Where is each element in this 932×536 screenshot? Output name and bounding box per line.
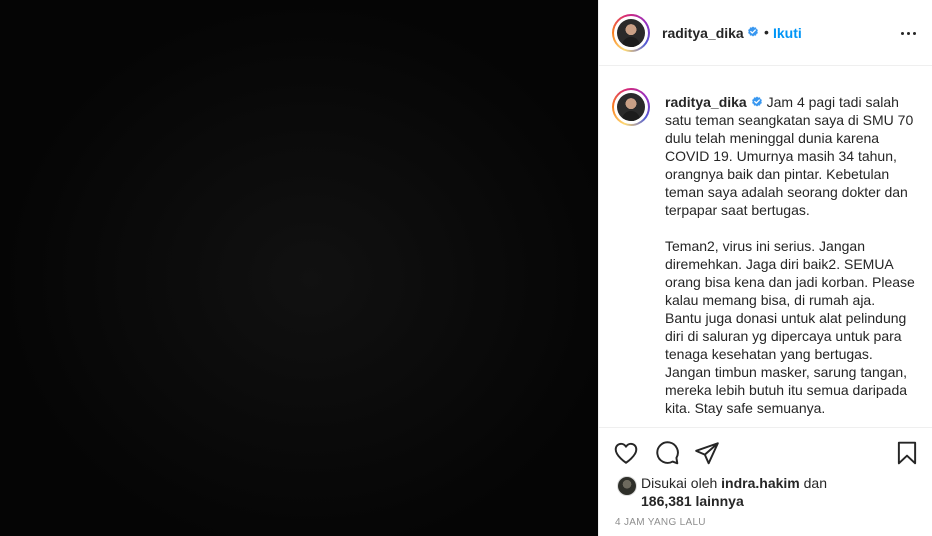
author-avatar[interactable]	[612, 14, 650, 52]
post-media[interactable]	[0, 0, 598, 536]
author-username[interactable]: raditya_dika	[662, 25, 744, 41]
share-icon[interactable]	[694, 440, 720, 466]
separator-dot: •	[764, 24, 769, 40]
post-caption: raditya_dika Jam 4 pagi tadi salah satu …	[665, 93, 921, 417]
liker-avatar[interactable]	[617, 476, 637, 496]
likes-count[interactable]: 186,381 lainnya	[641, 492, 744, 510]
liker-username[interactable]: indra.hakim	[721, 475, 800, 491]
bookmark-icon[interactable]	[894, 440, 920, 466]
likes-connector: dan	[803, 475, 827, 491]
likes-prefix: Disukai oleh	[641, 475, 718, 491]
verified-badge-icon	[751, 96, 762, 107]
post-side-panel: raditya_dika • Ikuti raditya_dika Jam 4 …	[598, 0, 932, 536]
caption-text: Jam 4 pagi tadi salah satu teman seangka…	[665, 94, 915, 416]
post-header: raditya_dika • Ikuti	[599, 0, 932, 66]
heart-icon[interactable]	[613, 440, 639, 466]
follow-button[interactable]: Ikuti	[773, 25, 802, 41]
caption-author-username[interactable]: raditya_dika	[665, 94, 747, 110]
post-timestamp[interactable]: 4 JAM YANG LALU	[615, 517, 706, 528]
verified-badge-icon	[748, 26, 758, 37]
caption-author-avatar[interactable]	[612, 88, 650, 126]
caption-section: raditya_dika Jam 4 pagi tadi salah satu …	[599, 66, 932, 428]
post-actions	[599, 428, 932, 476]
comment-icon[interactable]	[654, 440, 680, 466]
more-options-icon[interactable]	[899, 23, 919, 43]
